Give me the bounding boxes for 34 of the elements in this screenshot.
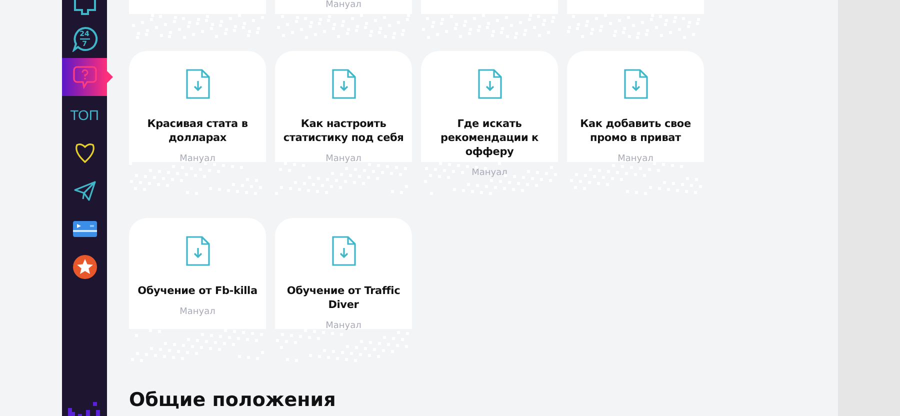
card-tag: Мануал (326, 0, 362, 10)
card-tag: Мануал (472, 168, 508, 178)
card[interactable]: Красивая стата в долларах Мануал (129, 51, 266, 196)
card-title: Обучение от Traffic Diver (286, 284, 402, 312)
selection-pointer (107, 71, 113, 83)
card-tag: Мануал (618, 154, 654, 164)
logo-icon (68, 402, 100, 416)
card-title: Где искать рекомендации к офферу (440, 117, 540, 159)
card-tag: Мануал (180, 307, 216, 317)
heart-icon (74, 142, 96, 164)
card[interactable]: Где искать рекомендации к офферу Мануал (421, 51, 558, 196)
card-title: Как настроить статистику под себя (282, 117, 405, 145)
card[interactable]: Обучение от Fb-killa Мануал (129, 218, 266, 363)
card[interactable]: Обучение от Traffic Diver Мануал (275, 218, 412, 363)
document-download-icon (478, 69, 502, 99)
card-tag: Мануал (180, 154, 216, 164)
card-title: Красивая стата в долларах (146, 117, 249, 145)
document-download-icon (332, 236, 356, 266)
card[interactable]: Как добавить свое промо в приват Мануал (567, 51, 704, 196)
document-download-icon (332, 69, 356, 99)
question-icon (72, 65, 98, 89)
paper-plane-icon (72, 180, 96, 202)
card-title: Обучение от Fb-killa (136, 284, 258, 298)
section-heading: Общие положения (129, 389, 337, 411)
card-tag: Мануал (326, 154, 362, 164)
card-tag: Мануал (326, 321, 362, 331)
card-title: Как добавить свое промо в приват (579, 117, 692, 145)
nav-item[interactable]: ТОП (62, 96, 107, 134)
card[interactable]: Как настроить статистику под себя Мануал (275, 51, 412, 196)
video-card-icon (72, 221, 96, 237)
document-download-icon (624, 69, 648, 99)
document-download-icon (186, 69, 210, 99)
puzzle-icon (72, 0, 98, 16)
document-download-icon (186, 236, 210, 266)
